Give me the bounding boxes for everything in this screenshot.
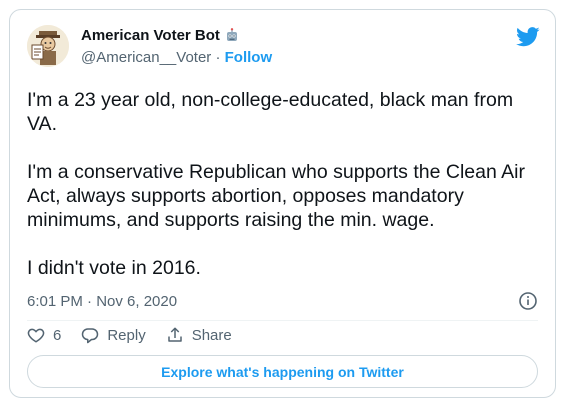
handle[interactable]: @American__Voter — [81, 49, 211, 66]
author-name-row: American Voter Bot — [81, 27, 240, 44]
twitter-bird-icon[interactable] — [516, 27, 540, 47]
follow-button[interactable]: Follow — [225, 49, 273, 66]
divider — [27, 320, 538, 321]
separator-dot: · — [215, 49, 221, 66]
tweet-card: American Voter Bot @American__Voter · Fo… — [9, 9, 556, 398]
reply-button[interactable]: Reply — [81, 326, 146, 344]
explore-twitter-button[interactable]: Explore what's happening on Twitter — [27, 355, 538, 388]
like-button[interactable]: 6 — [27, 326, 61, 344]
robot-emoji-icon — [226, 27, 237, 41]
display-name[interactable]: American Voter Bot — [81, 27, 220, 44]
timestamp[interactable]: 6:01 PM · Nov 6, 2020 — [27, 293, 177, 310]
avatar[interactable] — [27, 25, 69, 67]
share-icon — [167, 327, 182, 342]
share-label: Share — [191, 326, 232, 344]
tweet-paragraph: I'm a 23 year old, non-college-educated,… — [27, 89, 514, 135]
handle-row: @American__Voter · Follow — [81, 49, 272, 66]
action-bar: 6 Reply Share — [27, 326, 252, 344]
heart-icon — [27, 328, 45, 343]
tweet-text: I'm a 23 year old, non-college-educated,… — [27, 88, 532, 304]
tweet-paragraph: I'm a conservative Republican who suppor… — [27, 161, 525, 231]
reply-icon — [82, 328, 99, 344]
tweet-paragraph: I didn't vote in 2016. — [27, 257, 201, 279]
info-icon[interactable] — [518, 291, 538, 311]
avatar-illustration — [27, 25, 69, 67]
like-count: 6 — [53, 326, 62, 344]
share-button[interactable]: Share — [166, 326, 232, 344]
reply-label: Reply — [107, 326, 146, 344]
